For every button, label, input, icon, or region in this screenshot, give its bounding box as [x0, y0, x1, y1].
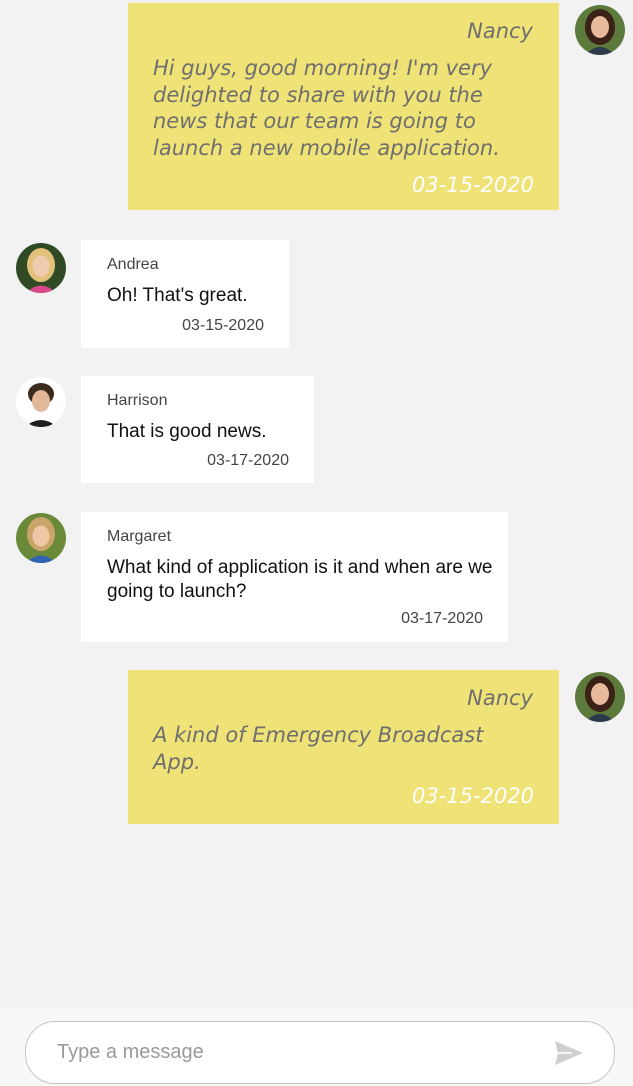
send-button[interactable] [554, 1040, 584, 1066]
message-timestamp: 03-17-2020 [207, 452, 289, 469]
message-sender: Margaret [107, 528, 172, 545]
message-timestamp: 03-17-2020 [401, 610, 483, 627]
message-timestamp: 03-15-2020 [411, 784, 534, 808]
harrison-avatar[interactable] [16, 377, 66, 427]
send-icon [555, 1041, 583, 1065]
margaret-avatar[interactable] [16, 513, 66, 563]
message-timestamp: 03-15-2020 [411, 173, 534, 197]
message-text: What kind of application is it and when … [107, 557, 493, 602]
message-bubble-outgoing: Nancy A kind of Emergency Broadcast App.… [128, 670, 559, 824]
message-sender: Nancy [467, 19, 533, 43]
message-text: That is good news. [107, 421, 267, 442]
message-sender: Andrea [107, 256, 159, 273]
nancy-avatar[interactable] [575, 5, 625, 55]
message-text: Oh! That's great. [107, 285, 248, 306]
nancy-avatar[interactable] [575, 672, 625, 722]
andrea-avatar[interactable] [16, 243, 66, 293]
message-input-container[interactable] [25, 1021, 615, 1084]
message-bubble-incoming: Harrison That is good news. 03-17-2020 [81, 376, 314, 483]
message-sender: Harrison [107, 392, 168, 409]
message-text: A kind of Emergency Broadcast App. [153, 723, 484, 774]
message-bubble-outgoing: Nancy Hi guys, good morning! I'm very de… [128, 3, 559, 210]
message-bubble-incoming: Andrea Oh! That's great. 03-15-2020 [81, 240, 289, 348]
message-sender: Nancy [467, 686, 533, 710]
message-input[interactable] [55, 1040, 529, 1065]
message-timestamp: 03-15-2020 [182, 317, 264, 334]
message-text: Hi guys, good morning! I'm very delighte… [153, 56, 500, 160]
message-bubble-incoming: Margaret What kind of application is it … [81, 512, 508, 642]
